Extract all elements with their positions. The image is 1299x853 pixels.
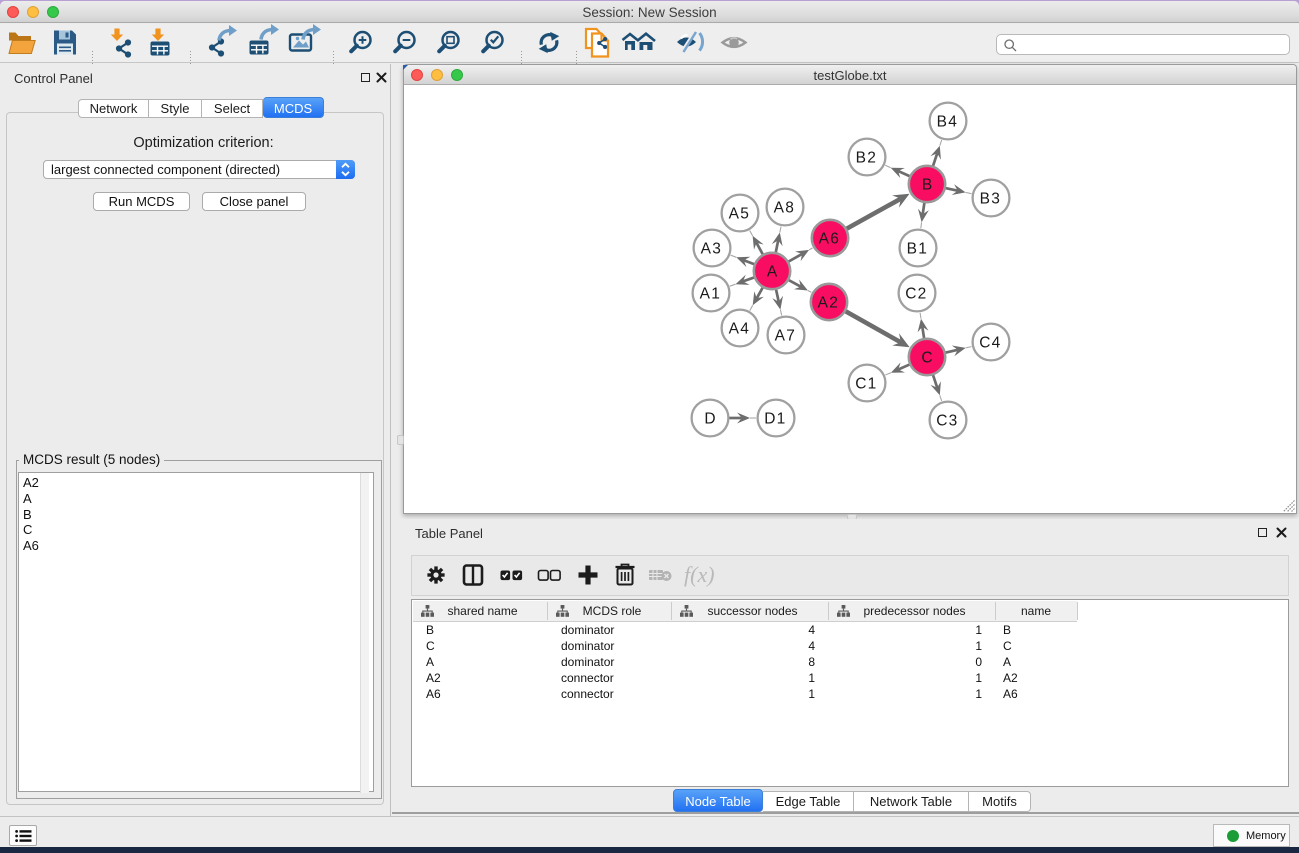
svg-text:C4: C4	[979, 335, 1001, 352]
svg-text:A: A	[767, 264, 778, 281]
svg-text:C: C	[921, 350, 932, 367]
svg-text:A6: A6	[819, 231, 841, 248]
svg-text:B4: B4	[937, 114, 959, 131]
svg-text:B3: B3	[980, 191, 1002, 208]
svg-text:D: D	[704, 411, 715, 428]
svg-text:A4: A4	[729, 321, 751, 338]
svg-text:A7: A7	[775, 328, 797, 345]
svg-text:B: B	[922, 177, 932, 194]
svg-text:A2: A2	[818, 295, 840, 312]
svg-text:A3: A3	[701, 241, 723, 258]
svg-text:A8: A8	[774, 200, 796, 217]
svg-text:A5: A5	[729, 206, 751, 223]
svg-text:D1: D1	[764, 411, 786, 428]
svg-text:C2: C2	[905, 286, 927, 303]
svg-text:A1: A1	[700, 286, 722, 303]
svg-text:B1: B1	[907, 241, 929, 258]
svg-text:C1: C1	[855, 376, 877, 393]
svg-text:B2: B2	[856, 150, 878, 167]
svg-text:C3: C3	[936, 413, 958, 430]
